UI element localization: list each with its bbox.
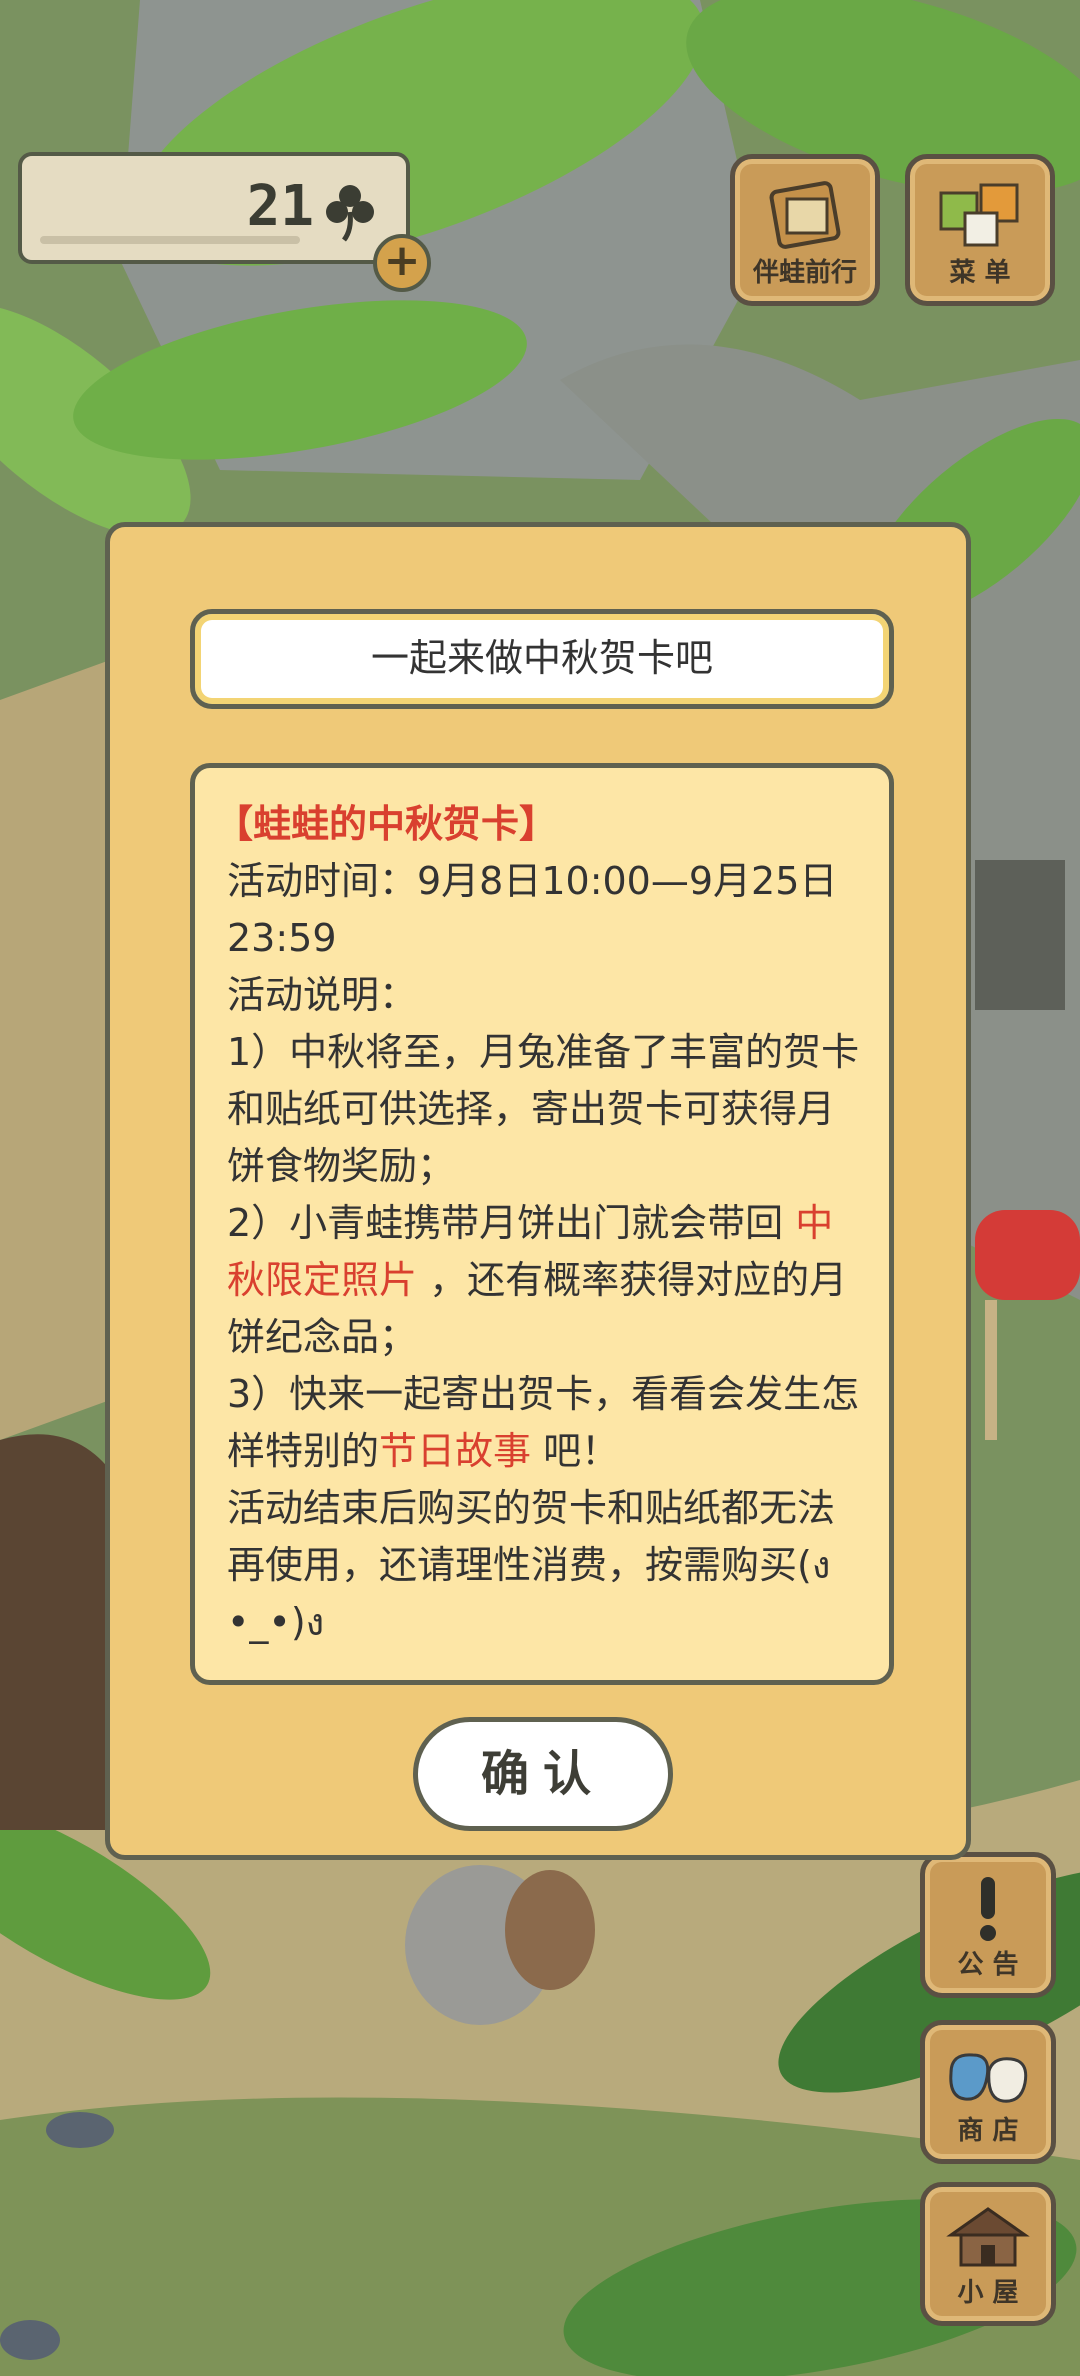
clover-counter: 21 bbox=[18, 152, 410, 264]
notice-label: 公 告 bbox=[957, 1950, 1019, 1980]
confirm-button[interactable]: 确认 bbox=[413, 1717, 673, 1831]
house-label: 小 屋 bbox=[957, 2278, 1019, 2308]
event-item-2: 2）小青蛙携带月饼出门就会带回 中秋限定照片 ，还有概率获得对应的月饼纪念品； bbox=[227, 1195, 863, 1366]
dialog-title: 一起来做中秋贺卡吧 bbox=[190, 609, 894, 709]
event-headline: 【蛙蛙的中秋贺卡】 bbox=[215, 802, 558, 846]
house-button[interactable]: 小 屋 bbox=[920, 2182, 1056, 2326]
menu-label: 菜 单 bbox=[949, 258, 1011, 288]
add-clover-button[interactable]: + bbox=[373, 234, 431, 292]
exclamation-icon bbox=[968, 1873, 1008, 1947]
notice-button[interactable]: 公 告 bbox=[920, 1852, 1056, 1998]
menu-cards-icon bbox=[935, 179, 1025, 259]
item3-text-end: 吧！ bbox=[543, 1429, 620, 1473]
photo-album-icon bbox=[763, 177, 847, 261]
clover-count: 21 bbox=[246, 174, 314, 239]
event-item-1: 1）中秋将至，月兔准备了丰富的贺卡和贴纸可供选择，寄出贺卡可获得月饼食物奖励； bbox=[227, 1030, 860, 1188]
event-item-3: 3）快来一起寄出贺卡，看看会发生怎样特别的节日故事 吧！ bbox=[227, 1366, 863, 1480]
travel-with-frog-button[interactable]: 伴蛙前行 bbox=[730, 154, 880, 306]
item2-text: 2）小青蛙携带月饼出门就会带回 bbox=[227, 1201, 784, 1245]
event-notice: 活动结束后购买的贺卡和贴纸都无法再使用，还请理性消费，按需购买(ง •_•)ง bbox=[227, 1486, 836, 1644]
festival-story-highlight: 节日故事 bbox=[379, 1429, 532, 1473]
shop-bags-icon bbox=[943, 2043, 1033, 2113]
dialog-body: 【蛙蛙的中秋贺卡】 活动时间：9月8日10:00—9月25日23:59 活动说明… bbox=[190, 763, 894, 1685]
clover-icon bbox=[324, 182, 376, 246]
clover-bar bbox=[40, 236, 300, 244]
menu-button[interactable]: 菜 单 bbox=[905, 154, 1055, 306]
event-description-label: 活动说明： bbox=[227, 973, 418, 1017]
event-dialog: 一起来做中秋贺卡吧 【蛙蛙的中秋贺卡】 活动时间：9月8日10:00—9月25日… bbox=[105, 522, 971, 1860]
shop-label: 商 店 bbox=[957, 2116, 1019, 2146]
house-icon bbox=[945, 2205, 1031, 2273]
event-time: 活动时间：9月8日10:00—9月25日23:59 bbox=[227, 859, 838, 960]
travel-label: 伴蛙前行 bbox=[752, 258, 857, 288]
shop-button[interactable]: 商 店 bbox=[920, 2020, 1056, 2164]
